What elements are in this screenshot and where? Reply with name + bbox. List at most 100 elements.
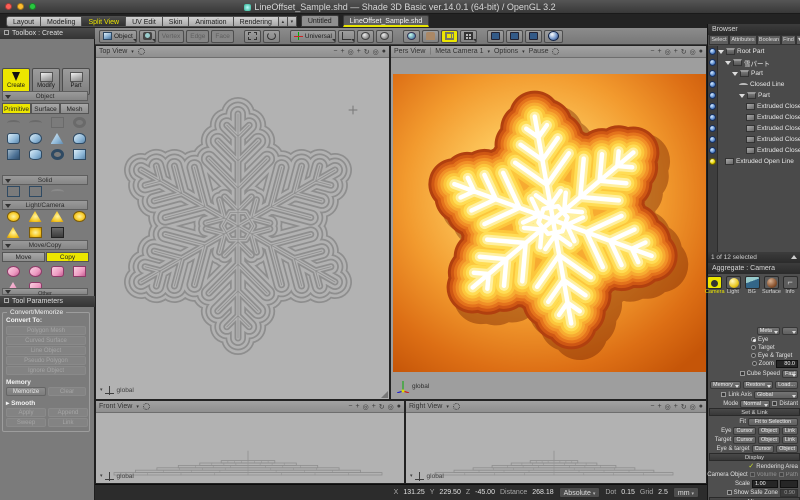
render-preview-button[interactable] — [544, 30, 563, 43]
link-axis-checkbox[interactable] — [721, 392, 726, 397]
eye-target-object-button[interactable]: Object — [776, 445, 798, 453]
magnify-icon[interactable]: ◎ — [388, 403, 394, 411]
top-view-canvas[interactable] — [96, 58, 389, 399]
cone-icon[interactable] — [47, 131, 67, 146]
surface-category-button[interactable]: Surface — [762, 276, 780, 295]
filter-funnel-icon[interactable]: ▼ — [796, 35, 800, 45]
append-button[interactable]: Append — [48, 408, 88, 417]
hemisphere-icon[interactable] — [69, 131, 89, 146]
solid-box-icon[interactable] — [3, 184, 23, 199]
viewport-pers[interactable]: Pers View| Meta Camera 1▾ Options▾ Pause… — [390, 45, 707, 400]
distant-checkbox[interactable] — [772, 401, 777, 406]
zoom-out-icon[interactable]: − — [333, 48, 337, 55]
zoom-in-icon[interactable]: + — [657, 48, 661, 55]
monitor-view-3-button[interactable] — [525, 30, 542, 43]
visibility-toggle[interactable] — [709, 92, 716, 99]
viewport-front[interactable]: Front View▾ −+◎+↻◎● ▾global — [95, 400, 405, 484]
torus-icon[interactable] — [47, 147, 67, 162]
solid-sweep-icon[interactable] — [47, 184, 67, 199]
pers-options-button[interactable]: Options — [494, 48, 518, 55]
roll-icon[interactable]: ● — [699, 48, 703, 55]
eye-radio[interactable] — [751, 337, 756, 342]
expand-arrow-icon[interactable] — [725, 61, 731, 65]
gear-icon[interactable] — [138, 48, 145, 55]
tree-row-extruded-closed[interactable]: Extruded Closed — [718, 145, 800, 156]
translate-copy-icon[interactable] — [47, 264, 67, 279]
eye-target-radio[interactable] — [751, 353, 756, 358]
rectangle-select-button[interactable] — [244, 30, 261, 43]
universal-manipulator-button[interactable]: Universal — [290, 30, 336, 43]
move-button[interactable]: Move — [2, 252, 45, 262]
workspace-tab-uv-edit[interactable]: UV Edit — [126, 16, 163, 27]
pan-icon[interactable]: + — [674, 403, 678, 410]
visibility-toggle[interactable] — [709, 81, 716, 88]
zoom-lens-icon[interactable]: ◎ — [363, 403, 369, 411]
rect-line-icon[interactable] — [47, 115, 67, 130]
meta-sub-dropdown[interactable] — [782, 327, 798, 335]
pan-icon[interactable]: + — [674, 48, 678, 55]
light-category-button[interactable]: Light — [724, 276, 742, 295]
gear-icon[interactable] — [143, 403, 150, 410]
workspace-tab-skin[interactable]: Skin — [163, 16, 190, 27]
pseudo-polygon-button[interactable]: Pseudo Polygon — [6, 356, 86, 365]
safe-zone-checkbox[interactable] — [727, 490, 732, 495]
tree-row-root-part[interactable]: Root Part — [718, 46, 800, 57]
zoom-lens-icon[interactable]: ◎ — [348, 48, 354, 56]
browser-tab-attributes[interactable]: Attributes — [729, 35, 757, 45]
workspace-prev-button[interactable]: ▴ — [279, 16, 288, 27]
visibility-toggle[interactable] — [709, 103, 716, 110]
circle-line-icon[interactable] — [69, 115, 89, 130]
line-object-button[interactable]: Line Object — [6, 346, 86, 355]
workspace-tab-modeling[interactable]: Modeling — [41, 16, 82, 27]
visibility-toggle[interactable] — [709, 114, 716, 121]
rounded-box-icon[interactable] — [3, 131, 23, 146]
visibility-toggle[interactable] — [709, 125, 716, 132]
gear-icon[interactable] — [552, 48, 559, 55]
zoom-out-icon[interactable]: − — [348, 403, 352, 410]
eye-target-cursor-button[interactable]: Cursor — [752, 445, 775, 453]
pan-icon[interactable]: + — [372, 403, 376, 410]
cube-speed-checkbox[interactable] — [740, 371, 745, 376]
tree-row-part[interactable]: Part — [718, 68, 800, 79]
unit-dropdown[interactable]: mm ▾ — [673, 487, 699, 498]
visibility-toggle[interactable] — [709, 70, 716, 77]
browser-tab-boolean[interactable]: Boolean — [757, 35, 781, 45]
safe-zone-field[interactable]: 0.90 — [780, 489, 798, 497]
pan-hand-button[interactable] — [422, 30, 439, 43]
polygon-mesh-button[interactable]: Polygon Mesh — [6, 326, 86, 335]
arc-icon[interactable] — [25, 115, 45, 130]
other-section-header[interactable]: Other — [2, 288, 88, 295]
zoom-in-icon[interactable]: + — [355, 403, 359, 410]
zoom-radio[interactable] — [752, 361, 757, 366]
camera-tool-button[interactable] — [139, 30, 156, 43]
info-category-button[interactable]: Info — [781, 276, 799, 295]
vertex-mode-button[interactable]: Vertex — [158, 30, 184, 43]
collapse-arrow-icon[interactable] — [791, 255, 797, 259]
camera-icon[interactable] — [47, 225, 67, 240]
memory-button[interactable]: Memory — [710, 381, 741, 389]
pan-icon[interactable]: + — [357, 48, 361, 55]
workspace-tab-layout[interactable]: Layout — [6, 16, 41, 27]
coordinate-mode-dropdown[interactable]: Absolute ▾ — [559, 487, 601, 498]
link-button[interactable]: Link — [48, 418, 88, 427]
free-curve-icon[interactable] — [3, 115, 23, 130]
manipulator-settings-button[interactable] — [338, 30, 355, 43]
tree-row-extruded-closed[interactable]: Extruded Closed — [718, 134, 800, 145]
pers-view-render[interactable] — [393, 74, 706, 372]
browser-tab-select[interactable]: Select — [709, 35, 729, 45]
target-cursor-button[interactable]: Cursor — [733, 436, 756, 444]
navigation-globe-button[interactable] — [403, 30, 420, 43]
tree-row--[interactable]: 雪パート — [718, 57, 800, 68]
visibility-toggle[interactable] — [709, 147, 716, 154]
scale-field[interactable]: 1.00 — [752, 480, 778, 488]
volume-checkbox[interactable] — [750, 472, 755, 477]
workspace-next-button[interactable]: ▾ — [288, 16, 297, 27]
zoom-lens-icon[interactable]: ◎ — [665, 403, 671, 411]
right-view-canvas[interactable] — [406, 413, 706, 483]
workspace-tab-animation[interactable]: Animation — [189, 16, 233, 27]
clear-button[interactable]: Clear — [48, 387, 86, 396]
preview-sphere-1-button[interactable] — [357, 30, 374, 43]
point-light-icon[interactable] — [69, 209, 89, 224]
bg-category-button[interactable]: BG — [743, 276, 761, 295]
spotlight-target-icon[interactable] — [47, 209, 67, 224]
